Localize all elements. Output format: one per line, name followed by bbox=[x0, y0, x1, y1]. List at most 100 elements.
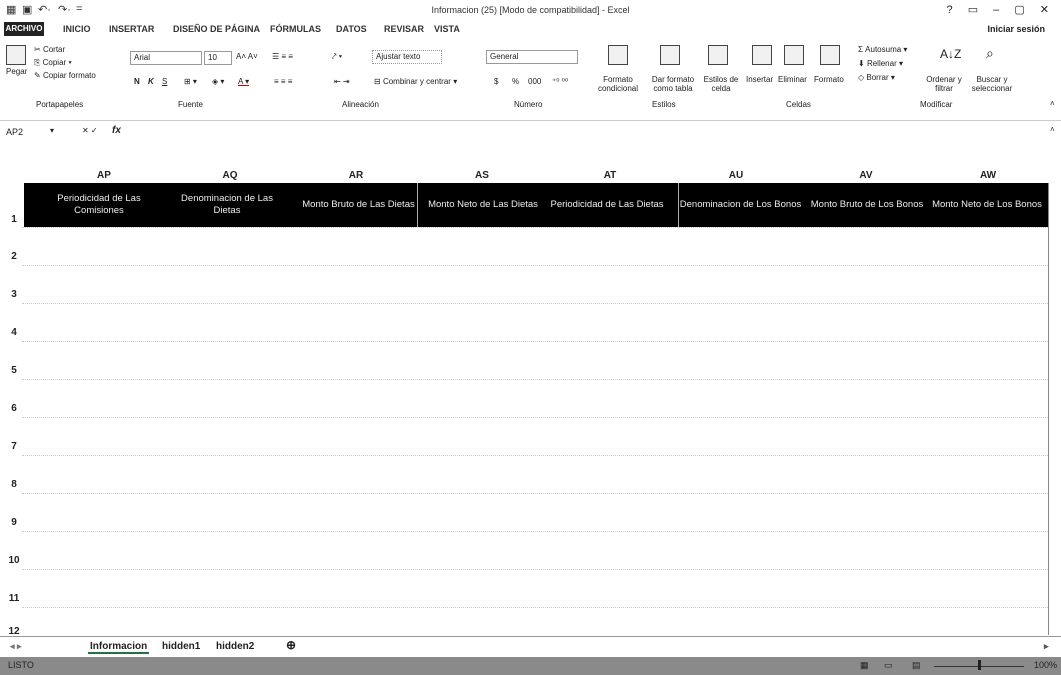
zoom-level[interactable]: 100% bbox=[1034, 660, 1057, 670]
sheet-tab-informacion[interactable]: Informacion bbox=[88, 641, 150, 654]
paste-button[interactable]: Pegar bbox=[6, 67, 27, 76]
page-layout-icon[interactable]: ▭ bbox=[884, 660, 893, 671]
row-header-7[interactable]: 7 bbox=[6, 441, 22, 452]
bold-button[interactable]: N bbox=[134, 77, 140, 86]
thousands-button[interactable]: 000 bbox=[528, 77, 541, 86]
conditional-format-icon[interactable] bbox=[608, 45, 628, 65]
clear-button[interactable]: ◇ Borrar ▾ bbox=[858, 73, 895, 82]
italic-button[interactable]: K bbox=[148, 77, 154, 86]
row-header-6[interactable]: 6 bbox=[6, 403, 22, 414]
sort-filter-button[interactable]: Ordenar y filtrar bbox=[924, 75, 964, 93]
format-as-table-button[interactable]: Dar formato como tabla bbox=[644, 75, 702, 93]
top-align-icon[interactable]: ☰ ≡ ≡ bbox=[272, 52, 293, 61]
tab-formulas[interactable]: FÓRMULAS bbox=[270, 24, 321, 34]
autosum-button[interactable]: Σ Autosuma ▾ bbox=[858, 45, 907, 54]
row-header-11[interactable]: 11 bbox=[6, 593, 22, 604]
row-header-3[interactable]: 3 bbox=[6, 289, 22, 300]
name-box[interactable]: AP2 bbox=[6, 127, 23, 137]
wrap-text-button[interactable]: Ajustar texto bbox=[372, 50, 442, 64]
row-header-8[interactable]: 8 bbox=[6, 479, 22, 490]
font-name-select[interactable]: Arial bbox=[130, 51, 202, 65]
column-header-as[interactable]: AS bbox=[422, 170, 542, 181]
indent-icons[interactable]: ⇤ ⇥ bbox=[334, 77, 350, 86]
column-header-aq[interactable]: AQ bbox=[170, 170, 290, 181]
row-header-12[interactable]: 12 bbox=[6, 626, 22, 636]
sheet-nav-icons[interactable]: ◂ ▸ bbox=[10, 641, 22, 652]
sheet-tab-hidden1[interactable]: hidden1 bbox=[162, 641, 200, 652]
sheet-tab-hidden2[interactable]: hidden2 bbox=[216, 641, 254, 652]
percent-button[interactable]: % bbox=[512, 77, 519, 86]
font-grow-shrink-icon[interactable]: A˄ A˅ bbox=[236, 52, 258, 61]
cell-styles-button[interactable]: Estilos de celda bbox=[702, 75, 740, 93]
format-cells-button[interactable]: Formato bbox=[814, 75, 844, 84]
insert-cells-icon[interactable] bbox=[752, 45, 772, 65]
align-icons[interactable]: ≡ ≡ ≡ bbox=[274, 77, 292, 86]
header-cell[interactable]: Denominacion de Los Bonos bbox=[678, 183, 802, 227]
sign-in-link[interactable]: Iniciar sesión bbox=[987, 24, 1045, 34]
column-header-av[interactable]: AV bbox=[806, 170, 926, 181]
column-header-ar[interactable]: AR bbox=[296, 170, 416, 181]
cell-styles-icon[interactable] bbox=[708, 45, 728, 65]
help-icon[interactable]: ? bbox=[947, 4, 959, 16]
find-select-button[interactable]: Buscar y seleccionar bbox=[966, 75, 1018, 93]
header-cell[interactable]: Periodicidad de Las Dietas bbox=[548, 183, 666, 227]
sort-filter-icon[interactable]: A↓Z bbox=[940, 47, 961, 61]
insert-cells-button[interactable]: Insertar bbox=[746, 75, 773, 84]
conditional-format-button[interactable]: Formato condicional bbox=[592, 75, 644, 93]
paste-icon[interactable] bbox=[6, 45, 26, 65]
page-break-icon[interactable]: ▤ bbox=[912, 660, 921, 671]
tab-datos[interactable]: DATOS bbox=[336, 24, 367, 34]
row-header-9[interactable]: 9 bbox=[6, 517, 22, 528]
copy-button[interactable]: ⎘ Copiar ▾ bbox=[34, 58, 72, 68]
header-cell[interactable]: Monto Neto de Las Dietas bbox=[424, 183, 542, 227]
cut-button[interactable]: ✂ Cortar bbox=[34, 45, 65, 54]
tab-file[interactable]: ARCHIVO bbox=[4, 22, 44, 36]
format-painter-button[interactable]: ✎ Copiar formato bbox=[34, 71, 96, 80]
column-header-ap[interactable]: AP bbox=[44, 170, 164, 181]
tab-vista[interactable]: VISTA bbox=[434, 24, 460, 34]
fx-button[interactable]: fx bbox=[112, 125, 121, 136]
row-header-1[interactable]: 1 bbox=[6, 214, 22, 225]
row-header-2[interactable]: 2 bbox=[6, 251, 22, 262]
tab-diseno[interactable]: DISEÑO DE PÁGINA bbox=[173, 24, 260, 34]
name-box-dropdown-icon[interactable]: ▾ bbox=[50, 126, 54, 135]
header-cell[interactable]: Monto Neto de Los Bonos bbox=[928, 183, 1046, 227]
tab-insertar[interactable]: INSERTAR bbox=[109, 24, 154, 34]
number-format-select[interactable]: General bbox=[486, 50, 578, 64]
delete-cells-button[interactable]: Eliminar bbox=[778, 75, 807, 84]
tab-inicio[interactable]: INICIO bbox=[63, 24, 91, 34]
expand-formula-icon[interactable]: ˄ bbox=[1050, 125, 1055, 134]
find-select-icon[interactable]: ⌕ bbox=[986, 45, 994, 62]
header-cell[interactable]: Periodicidad de Las Comisiones bbox=[40, 183, 158, 227]
borders-icon[interactable]: ⊞ ▾ bbox=[184, 77, 197, 86]
currency-button[interactable]: $ bbox=[494, 77, 498, 86]
vertical-scrollbar[interactable] bbox=[1048, 183, 1049, 635]
row-header-10[interactable]: 10 bbox=[6, 555, 22, 566]
add-sheet-button[interactable]: ⊕ bbox=[286, 638, 296, 652]
row-header-5[interactable]: 5 bbox=[6, 365, 22, 376]
column-header-au[interactable]: AU bbox=[676, 170, 796, 181]
header-cell[interactable]: Monto Bruto de Las Dietas bbox=[300, 183, 418, 227]
underline-button[interactable]: S bbox=[162, 77, 167, 86]
header-cell[interactable]: Denominacion de Las Dietas bbox=[168, 183, 286, 227]
merge-center-button[interactable]: ⊟ Combinar y centrar ▾ bbox=[374, 77, 457, 86]
delete-cells-icon[interactable] bbox=[784, 45, 804, 65]
collapse-ribbon-icon[interactable]: ˄ bbox=[1050, 99, 1055, 108]
format-cells-icon[interactable] bbox=[820, 45, 840, 65]
window-controls[interactable]: ? ▭ – ▢ ✕ bbox=[947, 3, 1055, 16]
font-color-icon[interactable]: A ▾ bbox=[238, 77, 249, 86]
fill-color-icon[interactable]: ◈ ▾ bbox=[212, 77, 224, 86]
format-as-table-icon[interactable] bbox=[660, 45, 680, 65]
fill-button[interactable]: ⬇ Rellenar ▾ bbox=[858, 59, 903, 68]
column-header-at[interactable]: AT bbox=[550, 170, 670, 181]
cancel-confirm-icons[interactable]: ✕ ✓ bbox=[82, 126, 98, 135]
window-controls-icons[interactable]: ▭ – ▢ ✕ bbox=[968, 4, 1055, 16]
scroll-right-icon[interactable]: ▸ bbox=[1044, 641, 1049, 652]
normal-view-icon[interactable]: ▦ bbox=[860, 660, 869, 671]
orientation-icon[interactable]: ⤤ ▾ bbox=[332, 52, 342, 62]
zoom-slider-thumb[interactable] bbox=[978, 660, 981, 670]
tab-revisar[interactable]: REVISAR bbox=[384, 24, 424, 34]
decimal-icons[interactable]: ⁺⁰ ⁰⁰ bbox=[552, 77, 568, 86]
font-size-select[interactable]: 10 bbox=[204, 51, 232, 65]
column-header-aw[interactable]: AW bbox=[928, 170, 1048, 181]
